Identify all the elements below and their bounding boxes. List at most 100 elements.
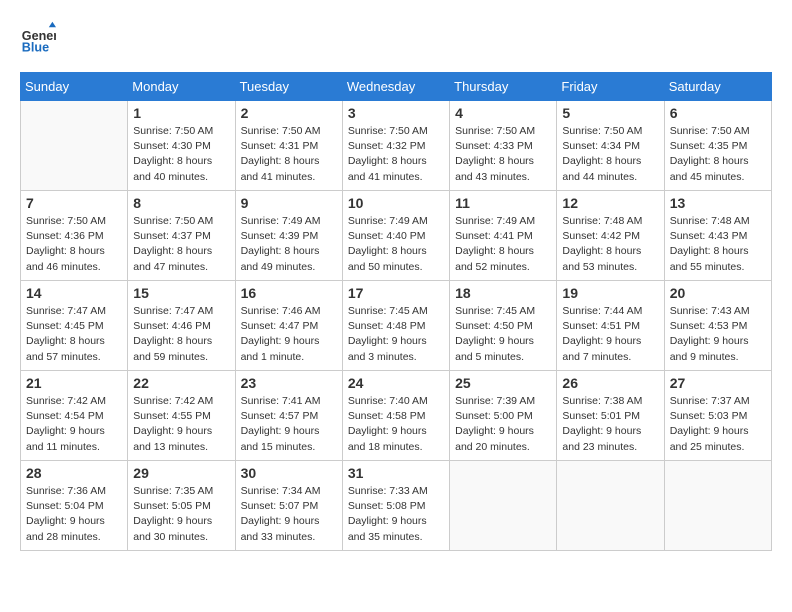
day-info: Sunrise: 7:42 AMSunset: 4:55 PMDaylight:…	[133, 394, 229, 455]
day-number: 20	[670, 285, 766, 301]
week-row-3: 14 Sunrise: 7:47 AMSunset: 4:45 PMDayligh…	[21, 281, 772, 371]
calendar-cell: 22 Sunrise: 7:42 AMSunset: 4:55 PMDayligh…	[128, 371, 235, 461]
day-number: 2	[241, 105, 337, 121]
week-row-2: 7 Sunrise: 7:50 AMSunset: 4:36 PMDaylight…	[21, 191, 772, 281]
days-header-row: SundayMondayTuesdayWednesdayThursdayFrid…	[21, 73, 772, 101]
day-info: Sunrise: 7:45 AMSunset: 4:48 PMDaylight:…	[348, 304, 444, 365]
calendar-cell: 23 Sunrise: 7:41 AMSunset: 4:57 PMDayligh…	[235, 371, 342, 461]
day-number: 17	[348, 285, 444, 301]
day-number: 14	[26, 285, 122, 301]
day-info: Sunrise: 7:36 AMSunset: 5:04 PMDaylight:…	[26, 484, 122, 545]
day-number: 19	[562, 285, 658, 301]
calendar-cell: 13Sunrise: 7:48 AMSunset: 4:43 PMDayligh…	[664, 191, 771, 281]
day-header-friday: Friday	[557, 73, 664, 101]
day-info: Sunrise: 7:50 AMSunset: 4:33 PMDaylight:…	[455, 124, 551, 185]
day-number: 26	[562, 375, 658, 391]
day-number: 21	[26, 375, 122, 391]
week-row-4: 21 Sunrise: 7:42 AMSunset: 4:54 PMDayligh…	[21, 371, 772, 461]
calendar-cell: 11Sunrise: 7:49 AMSunset: 4:41 PMDayligh…	[450, 191, 557, 281]
day-header-thursday: Thursday	[450, 73, 557, 101]
day-info: Sunrise: 7:50 AMSunset: 4:31 PMDaylight:…	[241, 124, 337, 185]
day-number: 28	[26, 465, 122, 481]
calendar-cell: 19 Sunrise: 7:44 AMSunset: 4:51 PMDayligh…	[557, 281, 664, 371]
day-info: Sunrise: 7:48 AMSunset: 4:43 PMDaylight:…	[670, 214, 766, 275]
calendar-cell: 16 Sunrise: 7:46 AMSunset: 4:47 PMDayligh…	[235, 281, 342, 371]
day-number: 9	[241, 195, 337, 211]
calendar-cell: 14 Sunrise: 7:47 AMSunset: 4:45 PMDayligh…	[21, 281, 128, 371]
day-info: Sunrise: 7:45 AMSunset: 4:50 PMDaylight:…	[455, 304, 551, 365]
calendar-cell: 12 Sunrise: 7:48 AMSunset: 4:42 PMDayligh…	[557, 191, 664, 281]
day-info: Sunrise: 7:49 AMSunset: 4:39 PMDaylight:…	[241, 214, 337, 275]
logo: General Blue	[20, 20, 56, 56]
calendar-cell: 7 Sunrise: 7:50 AMSunset: 4:36 PMDaylight…	[21, 191, 128, 281]
day-info: Sunrise: 7:41 AMSunset: 4:57 PMDaylight:…	[241, 394, 337, 455]
day-header-monday: Monday	[128, 73, 235, 101]
calendar-cell: 24 Sunrise: 7:40 AMSunset: 4:58 PMDayligh…	[342, 371, 449, 461]
day-info: Sunrise: 7:50 AMSunset: 4:36 PMDaylight:…	[26, 214, 122, 275]
calendar-cell: 15 Sunrise: 7:47 AMSunset: 4:46 PMDayligh…	[128, 281, 235, 371]
logo-icon: General Blue	[20, 20, 56, 56]
day-info: Sunrise: 7:48 AMSunset: 4:42 PMDaylight:…	[562, 214, 658, 275]
day-header-tuesday: Tuesday	[235, 73, 342, 101]
day-header-sunday: Sunday	[21, 73, 128, 101]
day-number: 22	[133, 375, 229, 391]
day-number: 15	[133, 285, 229, 301]
day-info: Sunrise: 7:46 AMSunset: 4:47 PMDaylight:…	[241, 304, 337, 365]
week-row-5: 28 Sunrise: 7:36 AMSunset: 5:04 PMDayligh…	[21, 461, 772, 551]
calendar-cell: 25 Sunrise: 7:39 AMSunset: 5:00 PMDayligh…	[450, 371, 557, 461]
calendar-cell: 26 Sunrise: 7:38 AMSunset: 5:01 PMDayligh…	[557, 371, 664, 461]
calendar-cell: 31 Sunrise: 7:33 AMSunset: 5:08 PMDayligh…	[342, 461, 449, 551]
calendar-cell: 20Sunrise: 7:43 AMSunset: 4:53 PMDayligh…	[664, 281, 771, 371]
day-number: 7	[26, 195, 122, 211]
day-info: Sunrise: 7:47 AMSunset: 4:46 PMDaylight:…	[133, 304, 229, 365]
page-header: General Blue	[20, 20, 772, 56]
day-info: Sunrise: 7:50 AMSunset: 4:37 PMDaylight:…	[133, 214, 229, 275]
calendar-cell	[21, 101, 128, 191]
day-info: Sunrise: 7:37 AMSunset: 5:03 PMDaylight:…	[670, 394, 766, 455]
calendar-cell	[450, 461, 557, 551]
calendar-cell: 6 Sunrise: 7:50 AMSunset: 4:35 PMDaylight…	[664, 101, 771, 191]
day-number: 24	[348, 375, 444, 391]
day-info: Sunrise: 7:40 AMSunset: 4:58 PMDaylight:…	[348, 394, 444, 455]
day-info: Sunrise: 7:49 AMSunset: 4:40 PMDaylight:…	[348, 214, 444, 275]
day-number: 3	[348, 105, 444, 121]
day-number: 25	[455, 375, 551, 391]
calendar-cell: 17 Sunrise: 7:45 AMSunset: 4:48 PMDayligh…	[342, 281, 449, 371]
calendar-cell: 18 Sunrise: 7:45 AMSunset: 4:50 PMDayligh…	[450, 281, 557, 371]
day-info: Sunrise: 7:38 AMSunset: 5:01 PMDaylight:…	[562, 394, 658, 455]
calendar-cell: 3Sunrise: 7:50 AMSunset: 4:32 PMDaylight…	[342, 101, 449, 191]
calendar-cell: 27 Sunrise: 7:37 AMSunset: 5:03 PMDayligh…	[664, 371, 771, 461]
day-header-wednesday: Wednesday	[342, 73, 449, 101]
day-number: 18	[455, 285, 551, 301]
day-number: 4	[455, 105, 551, 121]
day-number: 5	[562, 105, 658, 121]
day-number: 10	[348, 195, 444, 211]
day-header-saturday: Saturday	[664, 73, 771, 101]
day-number: 11	[455, 195, 551, 211]
day-info: Sunrise: 7:33 AMSunset: 5:08 PMDaylight:…	[348, 484, 444, 545]
day-info: Sunrise: 7:42 AMSunset: 4:54 PMDaylight:…	[26, 394, 122, 455]
calendar-cell: 8Sunrise: 7:50 AMSunset: 4:37 PMDaylight…	[128, 191, 235, 281]
calendar-cell	[664, 461, 771, 551]
day-number: 6	[670, 105, 766, 121]
day-number: 12	[562, 195, 658, 211]
calendar-cell: 28 Sunrise: 7:36 AMSunset: 5:04 PMDayligh…	[21, 461, 128, 551]
day-info: Sunrise: 7:44 AMSunset: 4:51 PMDaylight:…	[562, 304, 658, 365]
day-info: Sunrise: 7:35 AMSunset: 5:05 PMDaylight:…	[133, 484, 229, 545]
calendar-cell: 4 Sunrise: 7:50 AMSunset: 4:33 PMDaylight…	[450, 101, 557, 191]
day-number: 27	[670, 375, 766, 391]
day-info: Sunrise: 7:34 AMSunset: 5:07 PMDaylight:…	[241, 484, 337, 545]
day-info: Sunrise: 7:47 AMSunset: 4:45 PMDaylight:…	[26, 304, 122, 365]
calendar-cell: 29Sunrise: 7:35 AMSunset: 5:05 PMDayligh…	[128, 461, 235, 551]
calendar-cell: 21 Sunrise: 7:42 AMSunset: 4:54 PMDayligh…	[21, 371, 128, 461]
calendar-cell: 1Sunrise: 7:50 AMSunset: 4:30 PMDaylight…	[128, 101, 235, 191]
day-number: 23	[241, 375, 337, 391]
calendar-cell: 10 Sunrise: 7:49 AMSunset: 4:40 PMDayligh…	[342, 191, 449, 281]
day-number: 16	[241, 285, 337, 301]
calendar-cell: 30Sunrise: 7:34 AMSunset: 5:07 PMDayligh…	[235, 461, 342, 551]
day-info: Sunrise: 7:50 AMSunset: 4:35 PMDaylight:…	[670, 124, 766, 185]
day-number: 31	[348, 465, 444, 481]
day-info: Sunrise: 7:50 AMSunset: 4:30 PMDaylight:…	[133, 124, 229, 185]
day-info: Sunrise: 7:39 AMSunset: 5:00 PMDaylight:…	[455, 394, 551, 455]
calendar-table: SundayMondayTuesdayWednesdayThursdayFrid…	[20, 72, 772, 551]
